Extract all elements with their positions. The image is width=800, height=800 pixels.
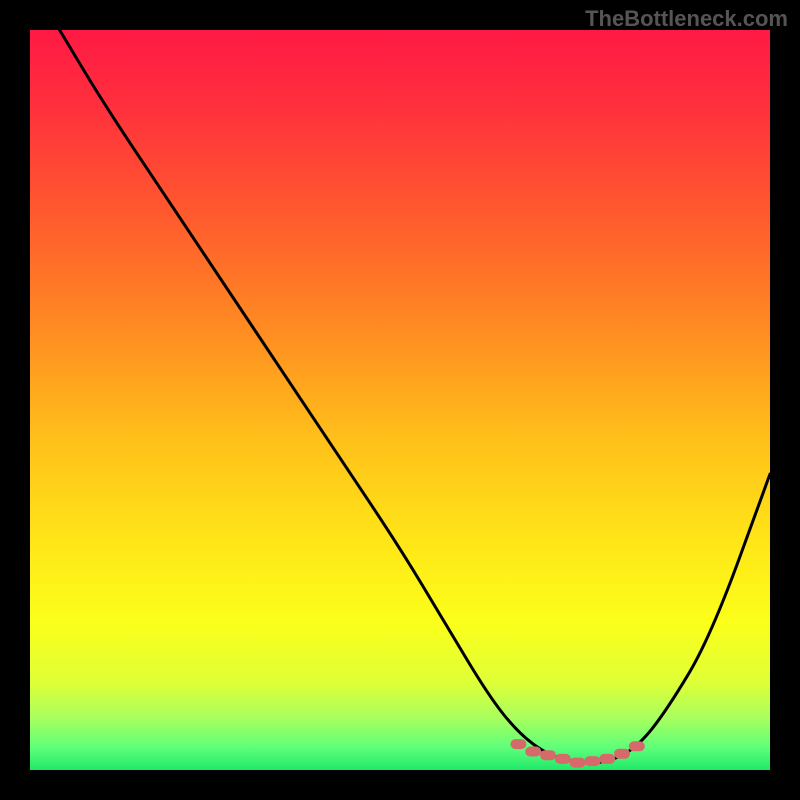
marker-dot [629, 741, 645, 751]
marker-dot [510, 739, 526, 749]
chart-svg [30, 30, 770, 770]
marker-dot [584, 756, 600, 766]
chart-container: TheBottleneck.com [0, 0, 800, 800]
plot-area [30, 30, 770, 770]
marker-dot [525, 747, 541, 757]
marker-dot [614, 749, 630, 759]
bottleneck-curve [60, 30, 770, 763]
watermark-text: TheBottleneck.com [585, 6, 788, 32]
marker-dot [599, 754, 615, 764]
marker-dot [540, 750, 556, 760]
marker-dot [570, 758, 586, 768]
marker-dot [555, 754, 571, 764]
